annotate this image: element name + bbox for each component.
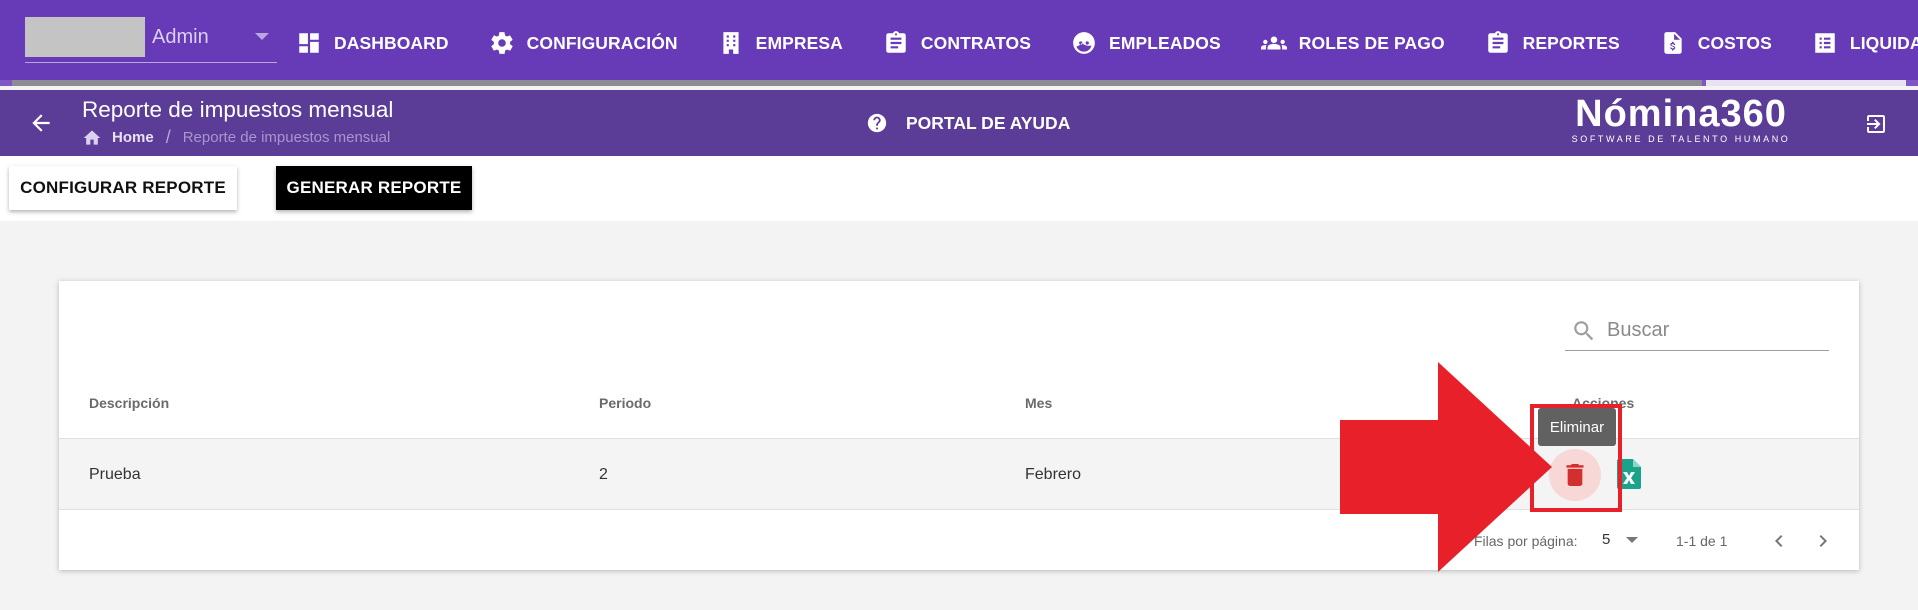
user-selector[interactable]: Admin	[25, 17, 277, 63]
gear-icon	[491, 32, 513, 54]
nav-item-label: EMPRESA	[755, 32, 843, 53]
chevron-down-icon	[255, 33, 269, 40]
nav-item-label: COSTOS	[1697, 32, 1772, 53]
chevron-down-icon	[1626, 536, 1639, 543]
report-toolbar: CONFIGURAR REPORTE GENERAR REPORTE	[0, 156, 1918, 221]
nav-item-configuracion[interactable]: CONFIGURACIÓN	[489, 30, 678, 56]
logo-tagline: SOFTWARE DE TALENTO HUMANO	[1571, 134, 1791, 144]
invoice-dollar-icon	[1664, 32, 1682, 54]
nav-item-label: DASHBOARD	[334, 32, 449, 53]
active-tab-indicator	[1706, 80, 1906, 86]
dashboard-icon	[299, 33, 319, 53]
avatar	[25, 17, 145, 57]
clipboard-icon	[886, 31, 906, 53]
page-header: Reporte de impuestos mensual Home / Repo…	[0, 90, 1918, 156]
nav-item-label: CONFIGURACIÓN	[526, 32, 678, 53]
cell-periodo: 2	[599, 466, 608, 483]
nav-item-empleados[interactable]: EMPLEADOS	[1071, 30, 1221, 56]
nav-item-label: ROLES DE PAGO	[1298, 32, 1445, 53]
breadcrumb: Home / Reporte de impuestos mensual	[82, 127, 390, 148]
breadcrumb-home[interactable]: Home	[112, 129, 154, 146]
brand-logo: Nómina360 SOFTWARE DE TALENTO HUMANO	[1566, 94, 1796, 144]
rows-per-page-value: 5	[1602, 531, 1611, 548]
pagination-range: 1-1 de 1	[1676, 533, 1728, 549]
chevron-right-icon[interactable]	[1811, 529, 1835, 553]
column-header-mes[interactable]: Mes	[1025, 395, 1052, 411]
main-menu: DASHBOARD CONFIGURACIÓN EMPRESA CONTRATO…	[296, 26, 1918, 60]
nav-item-empresa[interactable]: EMPRESA	[718, 30, 843, 56]
clipboard-icon	[1487, 31, 1508, 53]
nav-item-label: EMPLEADOS	[1109, 32, 1221, 53]
cell-mes: Febrero	[1025, 466, 1082, 483]
search-icon	[1574, 320, 1594, 340]
logo-name: Nómina360	[1575, 93, 1787, 135]
nav-item-contratos[interactable]: CONTRATOS	[883, 30, 1031, 56]
annotation-arrow	[1340, 362, 1552, 572]
nav-item-label: CONTRATOS	[920, 32, 1032, 53]
user-name: Admin	[152, 26, 209, 48]
logout-icon[interactable]	[1864, 112, 1888, 136]
nav-item-costos[interactable]: COSTOS	[1660, 30, 1772, 56]
page-title: Reporte de impuestos mensual	[82, 97, 394, 122]
cell-descripcion: Prueba	[89, 466, 141, 483]
help-portal-link[interactable]: PORTAL DE AYUDA	[866, 112, 1070, 134]
face-icon	[1073, 32, 1095, 54]
column-header-descripcion[interactable]: Descripción	[89, 395, 169, 411]
help-portal-label: PORTAL DE AYUDA	[906, 112, 1071, 133]
list-icon	[1815, 33, 1835, 53]
loading-bar	[12, 80, 1702, 86]
search-box	[1565, 311, 1829, 351]
nav-item-label: REPORTES	[1522, 32, 1620, 53]
nav-item-roles-de-pago[interactable]: ROLES DE PAGO	[1260, 30, 1445, 56]
breadcrumb-separator: /	[165, 127, 171, 147]
delete-tooltip: Eliminar	[1538, 408, 1616, 446]
nav-item-reportes[interactable]: REPORTES	[1485, 30, 1620, 56]
home-icon	[83, 130, 101, 145]
rows-per-page-select[interactable]: 5	[1602, 531, 1639, 548]
search-input[interactable]	[1607, 319, 1817, 342]
configure-report-button[interactable]: CONFIGURAR REPORTE	[9, 166, 237, 210]
chevron-left-icon[interactable]	[1767, 529, 1791, 553]
building-icon	[723, 32, 739, 54]
breadcrumb-current: Reporte de impuestos mensual	[182, 129, 391, 146]
help-circle-icon	[867, 113, 887, 133]
nav-item-label: LIQUIDACIONES	[1849, 32, 1918, 53]
nav-item-dashboard[interactable]: DASHBOARD	[296, 30, 449, 56]
group-icon	[1260, 36, 1287, 50]
top-navigation-bar: Admin DASHBOARD CONFIGURACIÓN EMPRESA CO…	[0, 0, 1918, 86]
generate-report-button[interactable]: GENERAR REPORTE	[276, 166, 472, 210]
table-pagination: Filas por página: 5 1-1 de 1	[59, 511, 1859, 570]
column-header-periodo[interactable]: Periodo	[599, 395, 651, 411]
arrow-back-icon[interactable]	[28, 110, 54, 136]
nav-item-liquidaciones[interactable]: LIQUIDACIONES	[1812, 30, 1918, 56]
